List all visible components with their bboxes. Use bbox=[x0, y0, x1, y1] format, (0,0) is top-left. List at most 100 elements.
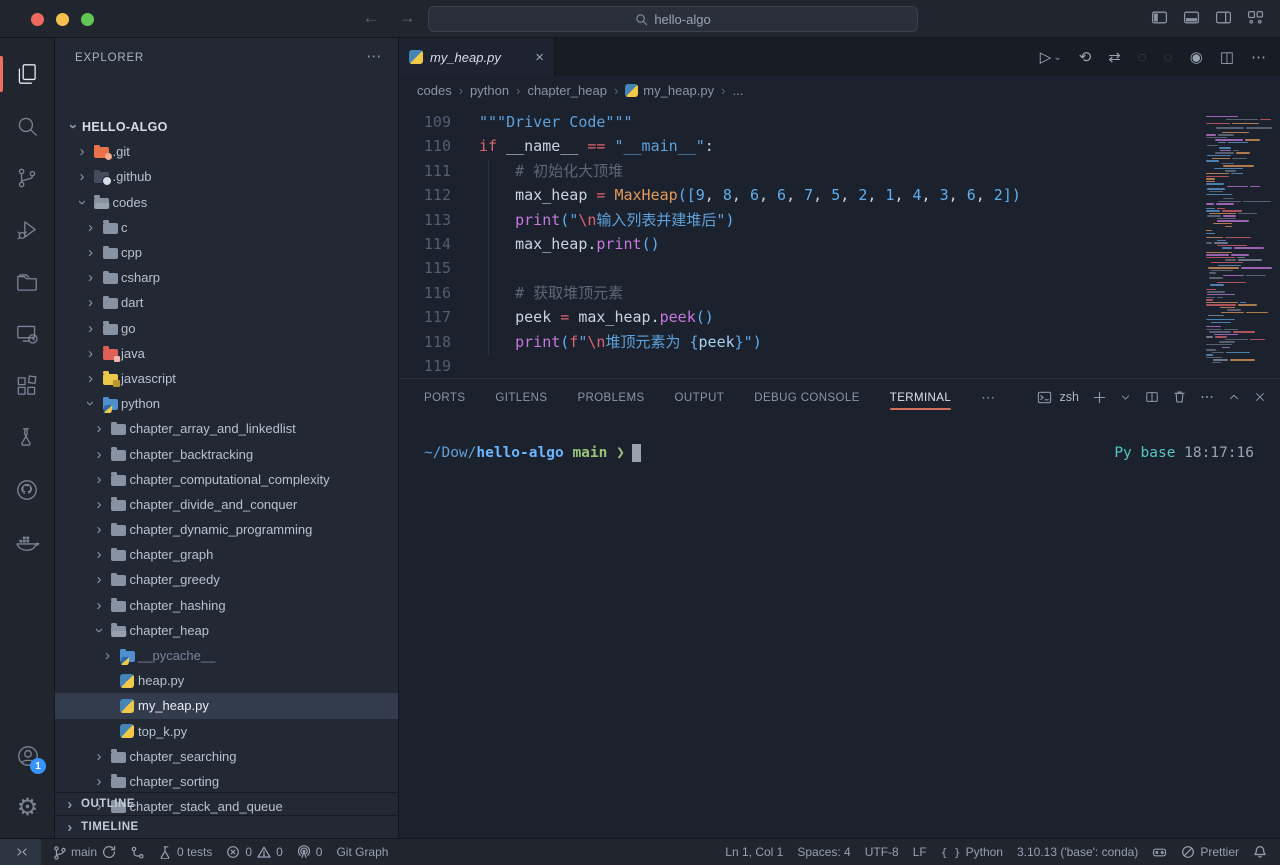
breadcrumb-item-python[interactable]: python bbox=[470, 83, 509, 98]
panel-tab-ports[interactable]: PORTS bbox=[424, 382, 465, 412]
tree-item-chapter-searching[interactable]: ›chapter_searching bbox=[55, 744, 398, 769]
status-indentation[interactable]: Spaces: 4 bbox=[790, 839, 857, 865]
tree-item-top-k-py[interactable]: top_k.py bbox=[55, 719, 398, 744]
status-branch[interactable]: main bbox=[45, 839, 123, 865]
tree-item-python[interactable]: ›python bbox=[55, 391, 398, 416]
close-panel-icon[interactable] bbox=[1254, 391, 1266, 403]
command-center-search[interactable]: hello-algo bbox=[428, 6, 918, 32]
panel-more-actions-icon[interactable] bbox=[1200, 390, 1214, 404]
status-eol[interactable]: LF bbox=[906, 839, 934, 865]
activity-remote-explorer-icon[interactable] bbox=[0, 308, 55, 360]
status-git-graph-action[interactable] bbox=[123, 839, 151, 865]
activity-accounts-icon[interactable]: 1 bbox=[0, 730, 55, 782]
sidebar-more-actions-icon[interactable]: ⋯ bbox=[366, 52, 382, 62]
activity-testing-icon[interactable] bbox=[0, 412, 55, 464]
section-timeline[interactable]: ›TIMELINE bbox=[55, 815, 398, 838]
split-terminal-button[interactable] bbox=[1145, 390, 1159, 404]
kill-terminal-button[interactable] bbox=[1173, 390, 1186, 404]
status-encoding[interactable]: UTF-8 bbox=[858, 839, 906, 865]
terminal-picker-icon[interactable] bbox=[1120, 392, 1131, 403]
status-git-graph-label[interactable]: Git Graph bbox=[329, 839, 395, 865]
minimap[interactable] bbox=[1204, 116, 1272, 365]
status-remote[interactable] bbox=[0, 839, 41, 865]
status-prettier[interactable]: Prettier bbox=[1174, 839, 1246, 865]
status-language-mode[interactable]: { }Python bbox=[934, 839, 1010, 865]
tree-item-chapter-computational-complexity[interactable]: ›chapter_computational_complexity bbox=[55, 467, 398, 492]
breadcrumb-item-chapter-heap[interactable]: chapter_heap bbox=[527, 83, 607, 98]
tab-my-heap[interactable]: my_heap.py × bbox=[399, 38, 555, 76]
tree-item-chapter-heap[interactable]: ›chapter_heap bbox=[55, 618, 398, 643]
status-problems[interactable]: 00 bbox=[219, 839, 289, 865]
tree-item-chapter-array-and-linkedlist[interactable]: ›chapter_array_and_linkedlist bbox=[55, 416, 398, 441]
status-tests[interactable]: 0 tests bbox=[151, 839, 219, 865]
more-actions-button[interactable]: ⋯ bbox=[1251, 48, 1266, 66]
toggle-secondary-sidebar-icon[interactable] bbox=[1215, 9, 1232, 26]
tree-item-csharp[interactable]: ›csharp bbox=[55, 265, 398, 290]
tree-item-go[interactable]: ›go bbox=[55, 316, 398, 341]
previous-change-button[interactable]: ◌ bbox=[1138, 49, 1147, 66]
activity-extensions-icon[interactable] bbox=[0, 360, 55, 412]
activity-settings-icon[interactable]: ⚙ bbox=[0, 782, 55, 834]
tree-item-chapter-hashing[interactable]: ›chapter_hashing bbox=[55, 593, 398, 618]
tree-item-my-heap-py[interactable]: my_heap.py bbox=[55, 693, 398, 718]
panel-tab-output[interactable]: OUTPUT bbox=[675, 382, 725, 412]
tree-item--git[interactable]: ›.git bbox=[55, 139, 398, 164]
panel-tab-debug-console[interactable]: DEBUG CONSOLE bbox=[754, 382, 860, 412]
run-dropdown-icon[interactable]: ⌄ bbox=[1053, 52, 1061, 63]
breadcrumb-item--[interactable]: ... bbox=[732, 83, 743, 98]
activity-file-manager-icon[interactable] bbox=[0, 256, 55, 308]
tree-item--github[interactable]: ›.github bbox=[55, 164, 398, 189]
tree-item-heap-py[interactable]: heap.py bbox=[55, 668, 398, 693]
activity-run-and-debug-icon[interactable] bbox=[0, 204, 55, 256]
tree-item-chapter-sorting[interactable]: ›chapter_sorting bbox=[55, 769, 398, 794]
maximize-panel-icon[interactable] bbox=[1228, 391, 1240, 403]
section-outline[interactable]: ›OUTLINE bbox=[55, 792, 398, 815]
tree-item-codes[interactable]: ›codes bbox=[55, 190, 398, 215]
panel-tab-gitlens[interactable]: GITLENS bbox=[495, 382, 547, 412]
terminal[interactable]: ~/Dow/hello-algo main ❯ Py base 18:17:16 bbox=[399, 415, 1280, 463]
tree-item-chapter-greedy[interactable]: ›chapter_greedy bbox=[55, 567, 398, 592]
tree-item-hello-algo[interactable]: ›HELLO-ALGO bbox=[55, 114, 398, 139]
tree-item-chapter-divide-and-conquer[interactable]: ›chapter_divide_and_conquer bbox=[55, 492, 398, 517]
tree-item-java[interactable]: ›java bbox=[55, 341, 398, 366]
tree-item--pycache-[interactable]: ›__pycache__ bbox=[55, 643, 398, 668]
activity-search-icon[interactable] bbox=[0, 100, 55, 152]
activity-docker-icon[interactable] bbox=[0, 516, 55, 568]
activity-github-icon[interactable] bbox=[0, 464, 55, 516]
close-window-button[interactable] bbox=[31, 13, 44, 26]
next-change-button[interactable]: ◌ bbox=[1164, 49, 1173, 66]
status-cursor-position[interactable]: Ln 1, Col 1 bbox=[718, 839, 790, 865]
file-history-button[interactable]: ⟲ bbox=[1079, 48, 1092, 66]
tree-item-chapter-dynamic-programming[interactable]: ›chapter_dynamic_programming bbox=[55, 517, 398, 542]
open-changes-button[interactable]: ⇄ bbox=[1108, 48, 1121, 66]
toggle-primary-sidebar-icon[interactable] bbox=[1151, 9, 1168, 26]
forward-icon[interactable]: → bbox=[396, 8, 418, 28]
run-button[interactable]: ▷⌄ bbox=[1040, 48, 1062, 66]
panel-more-tabs-icon[interactable]: ⋯ bbox=[981, 389, 995, 406]
tree-item-chapter-backtracking[interactable]: ›chapter_backtracking bbox=[55, 441, 398, 466]
tree-item-dart[interactable]: ›dart bbox=[55, 290, 398, 315]
status-copilot[interactable] bbox=[1145, 839, 1174, 865]
new-terminal-button[interactable] bbox=[1093, 391, 1106, 404]
panel-tab-problems[interactable]: PROBLEMS bbox=[577, 382, 644, 412]
gitlens-graph-button[interactable]: ◉ bbox=[1190, 48, 1203, 66]
customize-layout-icon[interactable] bbox=[1247, 9, 1264, 26]
back-icon[interactable]: ← bbox=[360, 8, 382, 28]
tree-item-chapter-graph[interactable]: ›chapter_graph bbox=[55, 542, 398, 567]
status-python-interpreter[interactable]: 3.10.13 ('base': conda) bbox=[1010, 839, 1145, 865]
tree-item-c[interactable]: ›c bbox=[55, 215, 398, 240]
tree-item-javascript[interactable]: ›javascript bbox=[55, 366, 398, 391]
activity-explorer-icon[interactable] bbox=[0, 48, 55, 100]
code-viewport[interactable]: 109"""Driver Code"""110if __name__ == "_… bbox=[399, 104, 1280, 378]
minimize-window-button[interactable] bbox=[56, 13, 69, 26]
zoom-window-button[interactable] bbox=[81, 13, 94, 26]
toggle-panel-icon[interactable] bbox=[1183, 9, 1200, 26]
split-editor-button[interactable]: ◫ bbox=[1220, 48, 1234, 66]
status-notifications[interactable] bbox=[1246, 839, 1274, 865]
close-tab-icon[interactable]: × bbox=[535, 49, 544, 66]
panel-tab-terminal[interactable]: TERMINAL bbox=[890, 382, 951, 412]
breadcrumb-item-codes[interactable]: codes bbox=[417, 83, 452, 98]
breadcrumb-item-my-heap-py[interactable]: my_heap.py bbox=[625, 83, 714, 98]
tree-item-cpp[interactable]: ›cpp bbox=[55, 240, 398, 265]
activity-source-control-icon[interactable] bbox=[0, 152, 55, 204]
